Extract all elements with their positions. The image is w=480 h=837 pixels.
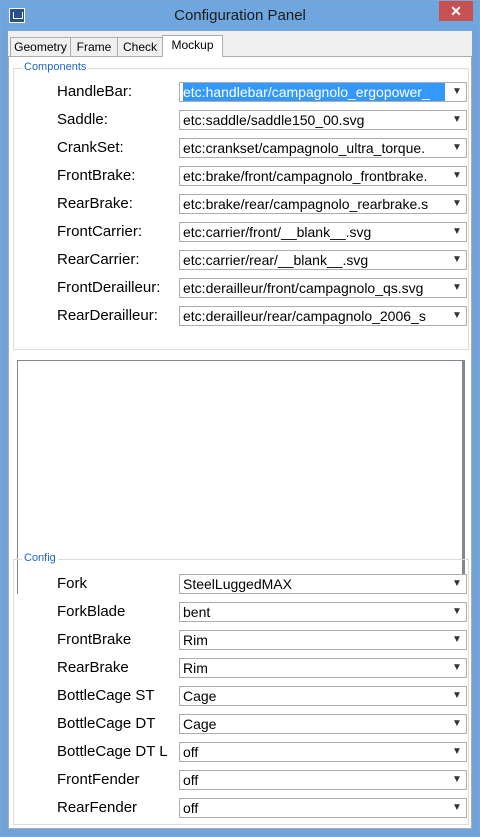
config-frontbrake-label: FrontBrake (57, 631, 132, 648)
tab-check[interactable]: Check (117, 37, 163, 56)
chevron-down-icon: ▼ (452, 114, 462, 125)
chevron-down-icon: ▼ (452, 226, 462, 237)
tab-geometry[interactable]: Geometry (10, 37, 71, 56)
chevron-down-icon: ▼ (452, 634, 462, 645)
tab-mockup[interactable]: Mockup (162, 35, 223, 57)
title-bar[interactable]: Configuration Panel ✕ (1, 1, 479, 31)
crankset-label: CrankSet: (57, 139, 124, 156)
components-legend: Components (22, 61, 89, 73)
bottlecage-dt-select[interactable]: Cage ▼ (179, 714, 467, 734)
forkblade-select[interactable]: bent ▼ (179, 602, 467, 622)
config-legend: Config (22, 552, 58, 564)
forkblade-label: ForkBlade (57, 603, 126, 620)
window-title: Configuration Panel (174, 7, 306, 24)
config-rearbrake-select[interactable]: Rim ▼ (179, 658, 467, 678)
frontfender-label: FrontFender (57, 771, 140, 788)
config-rearbrake-label: RearBrake (57, 659, 129, 676)
chevron-down-icon: ▼ (452, 142, 462, 153)
bottlecage-st-label: BottleCage ST (57, 687, 155, 704)
bottlecage-st-select[interactable]: Cage ▼ (179, 686, 467, 706)
tab-frame[interactable]: Frame (70, 37, 118, 56)
handlebar-label: HandleBar: (57, 83, 133, 100)
crankset-select[interactable]: etc:crankset/campagnolo_ultra_torque. ▼ (179, 138, 467, 158)
frontbrake-select[interactable]: etc:brake/front/campagnolo_frontbrake. ▼ (179, 166, 467, 186)
mockup-panel: Components HandleBar: etc:handlebar/camp… (8, 56, 472, 829)
handlebar-select[interactable]: etc:handlebar/campagnolo_ergopower_ ▼ (179, 82, 467, 102)
chevron-down-icon: ▼ (452, 198, 462, 209)
chevron-down-icon: ▼ (452, 662, 462, 673)
rearcarrier-select[interactable]: etc:carrier/rear/__blank__.svg ▼ (179, 250, 467, 270)
chevron-down-icon: ▼ (452, 578, 462, 589)
chevron-down-icon: ▼ (452, 718, 462, 729)
chevron-down-icon: ▼ (452, 254, 462, 265)
chevron-down-icon: ▼ (452, 86, 462, 97)
chevron-down-icon: ▼ (452, 802, 462, 813)
rearbrake-select[interactable]: etc:brake/rear/campagnolo_rearbrake.s ▼ (179, 194, 467, 214)
frontderailleur-select[interactable]: etc:derailleur/front/campagnolo_qs.svg ▼ (179, 278, 467, 298)
close-button[interactable]: ✕ (439, 1, 473, 21)
frontfender-select[interactable]: off ▼ (179, 770, 467, 790)
fork-select[interactable]: SteelLuggedMAX ▼ (179, 574, 467, 594)
rearfender-label: RearFender (57, 799, 138, 816)
rearcarrier-label: RearCarrier: (57, 251, 140, 268)
bottlecage-dt-l-select[interactable]: off ▼ (179, 742, 467, 762)
chevron-down-icon: ▼ (452, 606, 462, 617)
rearbrake-label: RearBrake: (57, 195, 133, 212)
frontderailleur-label: FrontDerailleur: (57, 279, 161, 296)
client-area: Geometry Frame Check Mockup Components H… (8, 31, 472, 829)
fork-label: Fork (57, 575, 87, 592)
saddle-select[interactable]: etc:saddle/saddle150_00.svg ▼ (179, 110, 467, 130)
saddle-label: Saddle: (57, 111, 108, 128)
chevron-down-icon: ▼ (452, 690, 462, 701)
config-frontbrake-select[interactable]: Rim ▼ (179, 630, 467, 650)
frontcarrier-label: FrontCarrier: (57, 223, 143, 240)
rearfender-select[interactable]: off ▼ (179, 798, 467, 818)
chevron-down-icon: ▼ (452, 746, 462, 757)
frontbrake-label: FrontBrake: (57, 167, 136, 184)
rearderailleur-select[interactable]: etc:derailleur/rear/campagnolo_2006_s ▼ (179, 306, 467, 326)
chevron-down-icon: ▼ (452, 282, 462, 293)
chevron-down-icon: ▼ (452, 170, 462, 181)
rearderailleur-label: RearDerailleur: (57, 307, 158, 324)
chevron-down-icon: ▼ (452, 774, 462, 785)
chevron-down-icon: ▼ (452, 310, 462, 321)
bottlecage-dt-l-label: BottleCage DT L (57, 743, 168, 760)
configuration-window: Configuration Panel ✕ Geometry Frame Che… (0, 0, 480, 837)
bottlecage-dt-label: BottleCage DT (57, 715, 156, 732)
frontcarrier-select[interactable]: etc:carrier/front/__blank__.svg ▼ (179, 222, 467, 242)
